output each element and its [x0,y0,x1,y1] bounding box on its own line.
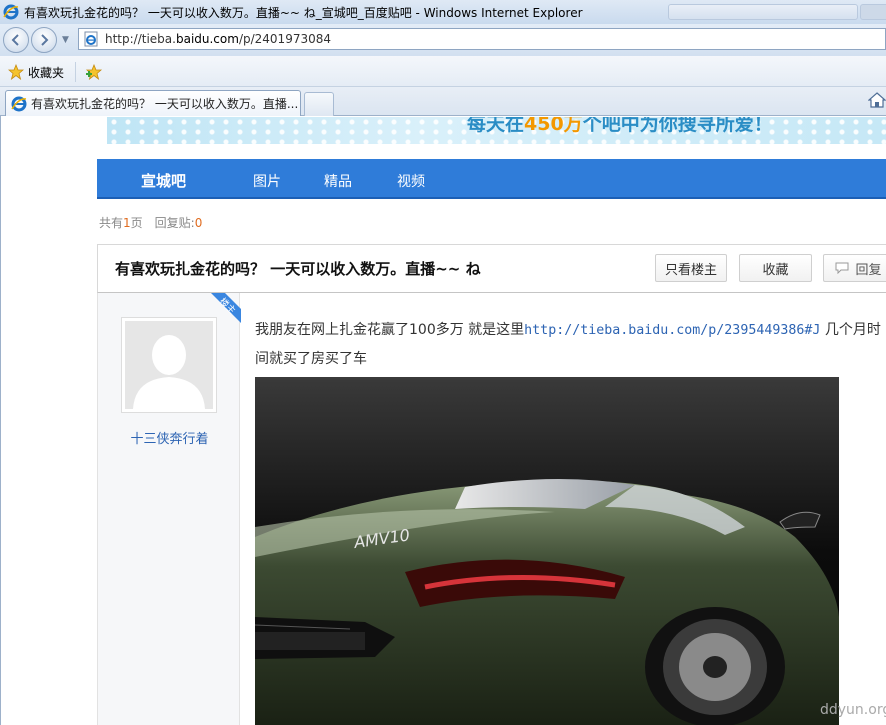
banner-text-number: 450万 [524,117,583,135]
forum-nav-bar: 宣城吧 图片 精品 视频 [97,159,886,199]
tab-bar: 有喜欢玩扎金花的吗？ 一天可以收入数万。直播... [0,87,886,116]
window-title-bar: 有喜欢玩扎金花的吗？ 一天可以收入数万。直播~~ ね_宣城吧_百度贴吧 - Wi… [0,0,886,24]
only-op-button[interactable]: 只看楼主 [655,254,727,282]
post-link[interactable]: http://tieba.baidu.com/p/2395449386#J [524,323,820,338]
watermark-text: ddyun.org [820,702,886,718]
recent-pages-dropdown-icon[interactable]: ▼ [62,35,69,45]
pages-prefix: 共有 [99,216,124,230]
page-viewport: 每天在450万个吧中为你搜寻所爱！ 宣城吧 图片 精品 视频 共有1页 回复贴:0… [0,116,886,725]
arrow-left-icon [11,34,19,46]
reply-count-label: 回复贴: [154,216,195,230]
back-button[interactable] [3,27,29,53]
navigation-bar: ▼ http://tieba.baidu.com/p/2401973084 [0,24,886,56]
thread-title: 有喜欢玩扎金花的吗？ 一天可以收入数万。直播~~ ね [115,260,481,278]
add-to-favorites-icon[interactable] [85,64,103,80]
url-path: /p/2401973084 [238,32,332,46]
default-avatar-image [125,321,213,409]
banner-text-post: 个吧中为你搜寻所爱！ [582,117,773,135]
post-body: 我朋友在网上扎金花赢了100多万 就是这里http://tieba.baidu.… [255,316,886,373]
nav-item-videos[interactable]: 视频 [397,171,425,191]
address-bar[interactable]: http://tieba.baidu.com/p/2401973084 [78,28,886,50]
post-text: 我朋友在网上扎金花赢了100多万 就是这里 [255,322,525,338]
arrow-right-icon [41,34,49,46]
page-icon [84,31,98,47]
post-author-panel: 楼主 十三侠奔行着 [97,293,241,725]
tab-title: 有喜欢玩扎金花的吗？ 一天可以收入数万。直播... [31,97,299,111]
thread-stats: 共有1页 回复贴:0 [99,214,202,231]
thread-header: 有喜欢玩扎金花的吗？ 一天可以收入数万。直播~~ ね 只看楼主 收藏 回复 [97,244,886,293]
car-photo: AMV10 [255,377,839,725]
favorites-star-icon[interactable] [8,64,24,80]
favorites-button[interactable]: 收藏夹 [28,64,64,81]
url-domain: baidu.com [175,32,239,46]
background-window-tab[interactable] [860,4,886,20]
new-tab-button[interactable] [304,92,334,116]
forward-button[interactable] [31,27,57,53]
page-count: 1 [123,216,131,230]
banner-text-pre: 每天在 [467,117,525,135]
avatar[interactable] [121,317,217,413]
ad-banner[interactable]: 每天在450万个吧中为你搜寻所爱！ [107,117,886,144]
browser-tab-active[interactable]: 有喜欢玩扎金花的吗？ 一天可以收入数万。直播... [5,90,301,116]
post-image-sports-car[interactable]: AMV10 [255,377,839,725]
window-title: 有喜欢玩扎金花的吗？ 一天可以收入数万。直播~~ ね_宣城吧_百度贴吧 - Wi… [24,5,583,20]
user-silhouette-icon [125,321,213,409]
background-window-tab[interactable] [668,4,858,20]
nav-item-featured[interactable]: 精品 [324,171,352,191]
comment-bubble-icon [835,262,849,274]
author-username[interactable]: 十三侠奔行着 [98,428,241,447]
internet-explorer-icon [3,4,19,20]
url-prefix: http://tieba. [105,32,176,46]
internet-explorer-icon [11,96,27,111]
reply-button-label: 回复 [855,262,882,278]
favorites-bar: 收藏夹 [0,56,886,87]
url-text[interactable]: http://tieba.baidu.com/p/2401973084 [105,32,331,46]
banner-text: 每天在450万个吧中为你搜寻所爱！ [467,117,773,136]
home-icon[interactable] [868,91,886,109]
nav-item-pictures[interactable]: 图片 [253,171,281,191]
favorite-button[interactable]: 收藏 [739,254,812,282]
reply-count: 0 [194,216,203,230]
forum-name-link[interactable]: 宣城吧 [141,170,186,191]
pages-suffix: 页 [130,216,143,230]
toolbar-divider [75,62,76,82]
reply-button[interactable]: 回复 [823,254,886,282]
